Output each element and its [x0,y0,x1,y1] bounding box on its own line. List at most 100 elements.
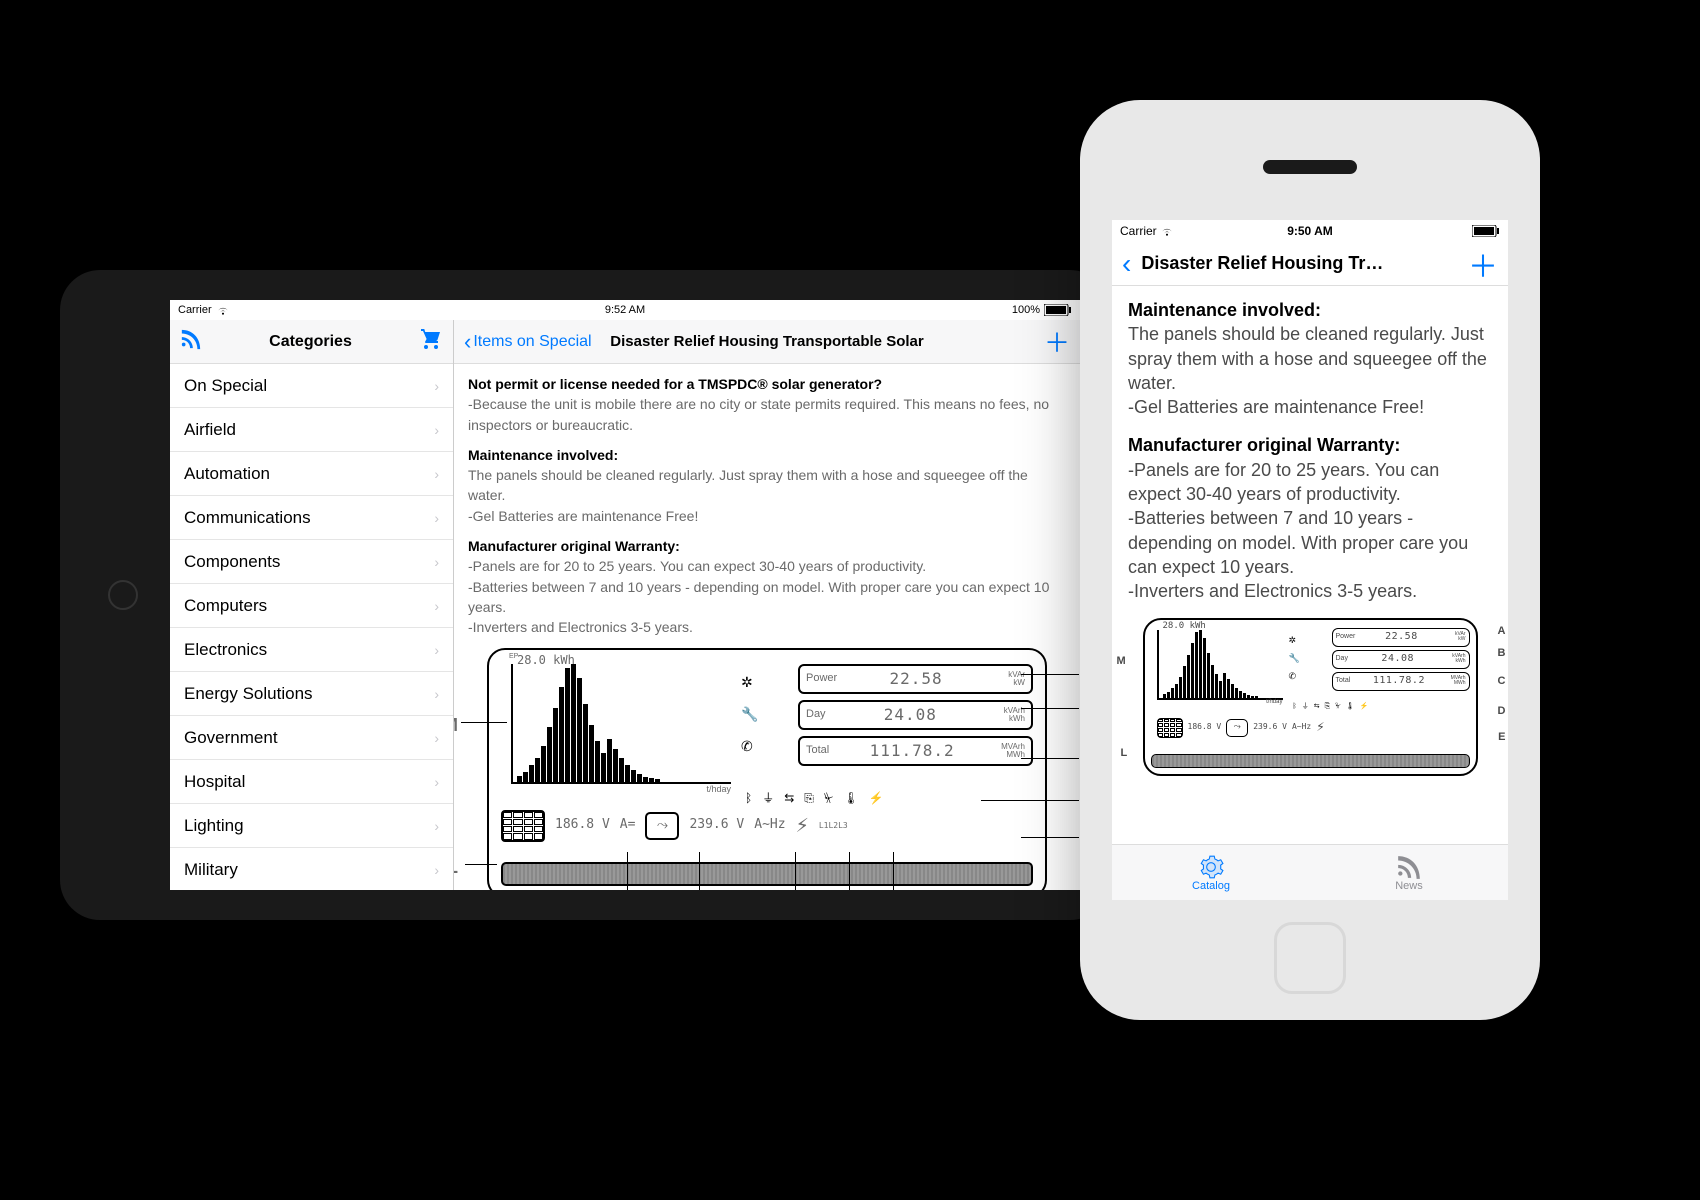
wifi-icon [1160,226,1174,237]
category-list[interactable]: On Special›Airfield›Automation›Communica… [170,364,453,890]
tab-news-label: News [1395,880,1423,892]
p-permit: -Because the unit is mobile there are no… [468,396,1049,432]
solar-panel-icon [1157,718,1183,738]
sidebar-item-label: Hospital [184,772,245,792]
phone-device: Carrier 9:50 AM ‹ Disaster Relief Housin… [1080,100,1540,1020]
sidebar-item-energy-solutions[interactable]: Energy Solutions› [170,672,453,716]
chevron-right-icon: › [434,510,439,526]
chevron-right-icon: › [434,422,439,438]
link-icon: ⎘ [804,790,814,807]
sidebar-item-label: Military [184,860,238,880]
detail-body[interactable]: Not permit or license needed for a TMSPD… [454,364,1080,890]
p-maint-a: The panels should be cleaned regularly. … [468,467,1028,503]
sidebar-title: Categories [269,333,352,351]
chevron-right-icon: › [434,774,439,790]
tab-catalog-label: Catalog [1192,880,1230,892]
phone-body[interactable]: Maintenance involved: The panels should … [1112,286,1508,788]
chart-top-value: 28.0 kWh [1163,620,1206,632]
status-icon-row: ᛒ ⏚ ⇆ ⎘ ⏧ 🌡 ⚡ [745,790,884,807]
tab-news[interactable]: News [1310,845,1508,900]
back-label: Items on Special [473,333,591,351]
temp-icon: 🌡 [843,790,858,807]
sidebar-item-label: Electronics [184,640,267,660]
readouts: Power22.58kVArkW Day24.08kVArhkWh Total111… [1332,628,1470,694]
sidebar-item-lighting[interactable]: Lighting› [170,804,453,848]
cart-icon[interactable] [419,327,443,357]
ac-suffix: A~Hz [754,816,785,835]
tablet-statusbar: Carrier 9:52 AM 100% [170,300,1080,320]
readout-day: Day24.08kVArhkWh [1332,650,1470,669]
add-button[interactable]: ＋ [1468,242,1498,286]
chart-top-value: 28.0 kWh [517,652,575,669]
rss-icon [1396,854,1422,880]
rss-icon[interactable] [180,328,202,356]
dc-value: 186.8 V [555,816,610,835]
sidebar-item-computers[interactable]: Computers › [170,584,453,628]
inverter-icon: ⤳ [645,812,679,840]
readout-day: Day24.08kVArhkWh [798,700,1033,730]
add-button[interactable]: ＋ [1044,323,1070,360]
tablet-home-button[interactable] [108,580,138,610]
p-maint-b: -Gel Batteries are maintenance Free! [468,508,698,524]
chevron-right-icon: › [434,598,439,614]
inverter-diagram: EP 28.0 kWh t/hday ✲ 🔧 ✆ Power22.58kVArk… [487,648,1047,890]
sidebar-item-label: Automation [184,464,270,484]
readout-power: Power22.58kVArkW [798,664,1033,694]
sidebar-item-communications[interactable]: Communications› [170,496,453,540]
sidebar-item-hospital[interactable]: Hospital › [170,760,453,804]
label-M: M [454,712,458,738]
bottom-row: 186.8 VA= ⤳ 239.6 V A~Hz ⚡ L1L2L3 [501,810,1033,842]
inverter-diagram: 28.0 kWh t/hday ✲ 🔧 ✆ Power22.58kVArkWDa… [1143,618,1478,776]
bolt-icon: ⚡ [869,790,884,807]
sidebar: Categories On Special›Airfield›Automatio… [170,320,454,890]
carrier-label: Carrier [1120,224,1157,238]
p-maint-b: -Gel Batteries are maintenance Free! [1128,397,1424,417]
detail-header: ‹ Items on Special Disaster Relief Housi… [454,320,1080,364]
sidebar-item-electronics[interactable]: Electronics › [170,628,453,672]
diagram-chart: EP 28.0 kWh t/hday [511,664,731,784]
chevron-right-icon: › [434,378,439,394]
sidebar-item-government[interactable]: Government › [170,716,453,760]
readout-power: Power22.58kVArkW [1332,628,1470,647]
page-title: Disaster Relief Housing Transportable So… [610,333,923,350]
tower-icon: ⚡ [796,810,809,842]
page-title: Disaster Relief Housing Tr… [1141,253,1468,274]
ground-icon: ⏧ [824,790,833,807]
phone-navbar: ‹ Disaster Relief Housing Tr… ＋ [1112,242,1508,286]
back-button[interactable]: ‹ [1122,248,1131,280]
phone-tabbar: Catalog News [1112,844,1508,900]
chevron-right-icon: › [434,862,439,878]
sidebar-item-label: Government [184,728,278,748]
diagram-side-icons: ✲ 🔧 ✆ [1289,634,1300,682]
sidebar-item-automation[interactable]: Automation › [170,452,453,496]
lcd-bar [1151,754,1470,768]
sidebar-item-label: Energy Solutions [184,684,313,704]
time-label: 9:50 AM [1287,224,1333,238]
chevron-right-icon: › [434,554,439,570]
chevron-right-icon: › [434,642,439,658]
readouts: Power22.58kVArkW Day24.08kVArhkWh Total111… [798,664,1033,772]
diagram-box: 28.0 kWh t/hday ✲ 🔧 ✆ Power22.58kVArkWDa… [1143,618,1478,776]
readout-total: Total111.78.2MVArhMWh [1332,672,1470,691]
chevron-right-icon: › [434,730,439,746]
sidebar-item-military[interactable]: Military › [170,848,453,890]
phases: L1L2L3 [819,820,848,832]
tablet-screen: Carrier 9:52 AM 100% Categories [170,300,1080,890]
chevron-right-icon: › [434,466,439,482]
phone-home-button[interactable] [1274,922,1346,994]
h-permit: Not permit or license needed for a TMSPD… [468,376,882,392]
readout-total: Total111.78.2MVArhMWh [798,736,1033,766]
sidebar-item-airfield[interactable]: Airfield› [170,408,453,452]
back-button[interactable]: ‹ Items on Special [464,331,592,353]
sidebar-item-label: Computers [184,596,267,616]
net-icon: ⇆ [784,790,794,807]
phone-speaker [1263,160,1357,174]
sidebar-item-components[interactable]: Components› [170,540,453,584]
tab-catalog[interactable]: Catalog [1112,845,1310,900]
label-L: L [454,854,458,880]
sidebar-item-on-special[interactable]: On Special › [170,364,453,408]
carrier-label: Carrier [178,304,212,316]
battery-icon [1044,304,1072,316]
sidebar-item-label: On Special [184,376,267,396]
wifi-icon [216,305,230,316]
